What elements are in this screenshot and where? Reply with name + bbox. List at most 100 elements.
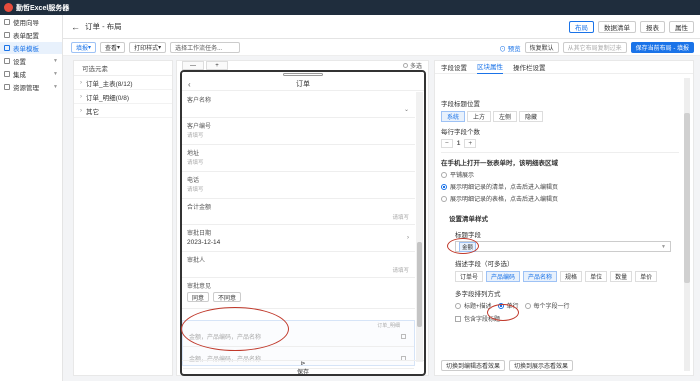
app-title: 勤哲Excel服务器: [16, 4, 70, 12]
chevron-right-icon: ›: [80, 79, 82, 86]
field-total[interactable]: 合计金额 请填写: [182, 199, 415, 225]
field-address[interactable]: 地址 请填写: [182, 145, 415, 172]
desc-field-product-code[interactable]: 产品编码: [486, 271, 521, 282]
page-header: ← 订单 - 布局 布局 数据清单 报表 属性: [63, 15, 700, 39]
mobile-option-list[interactable]: 展示明细记录的清单，点击后进入编辑页: [441, 182, 679, 191]
form-fields: 客户名称 ⌄ 客户编号 请填写 地址 请填写 电话 请填写 合计金额 请填写 审批日期 20…: [182, 92, 415, 309]
panel-title: 可选元素: [74, 61, 172, 76]
desc-field-price[interactable]: 单价: [635, 271, 658, 282]
per-row-label: 每行字段个数: [441, 129, 480, 136]
plus-icon[interactable]: +: [464, 139, 477, 148]
title-position-top[interactable]: 上方: [467, 111, 492, 122]
chevron-down-icon: ⌄: [403, 107, 409, 113]
desc-field-unit[interactable]: 单位: [585, 271, 608, 282]
field-approve-date[interactable]: 审批日期 2023-12-14 ›: [182, 225, 415, 252]
layout-button[interactable]: 布局: [569, 21, 594, 33]
minus-icon[interactable]: −: [441, 139, 453, 148]
add-tab[interactable]: +: [206, 61, 228, 70]
resources-icon: [4, 84, 10, 90]
arrange-single-row[interactable]: 单行: [497, 301, 519, 310]
sidebar-item-form-config[interactable]: 表单配置: [0, 29, 62, 41]
phone-notch: [283, 73, 323, 76]
scrollbar-thumb[interactable]: [417, 242, 422, 327]
guide-icon: [4, 19, 10, 25]
title-position-label: 字段标题位置: [441, 101, 480, 108]
properties-button[interactable]: 属性: [669, 21, 694, 33]
field-approver[interactable]: 审批人 请填写: [182, 252, 415, 278]
title-position-hidden[interactable]: 隐藏: [519, 111, 544, 122]
save-layout-button[interactable]: 保存当前布局 - 填报: [630, 42, 694, 53]
desc-field-label: 描述字段（可多选）: [455, 261, 514, 268]
list-style-label: 设置清单样式: [449, 216, 488, 223]
tree-item-other[interactable]: › 其它: [74, 104, 172, 118]
phone-save-button[interactable]: ⊳ 保存: [182, 360, 424, 374]
gear-icon: [4, 58, 10, 64]
include-title-checkbox[interactable]: 包含字段标题: [455, 314, 679, 323]
restore-default-button[interactable]: 恢复默认: [524, 42, 559, 53]
chevron-down-icon: ▾: [117, 44, 121, 51]
title-position-group: 系统 上方 左侧 隐藏: [441, 111, 679, 122]
chevron-down-icon: ▾: [88, 44, 92, 51]
sidebar-item-integration[interactable]: 集成 ▼: [0, 68, 62, 80]
title-position-left[interactable]: 左侧: [493, 111, 518, 122]
mobile-option-tile[interactable]: 平铺展示: [441, 170, 679, 179]
panel-scrollbar[interactable]: [684, 78, 690, 371]
phone-frame: ‹ 订单 客户名称 ⌄ 客户编号 请填写 地址 请填写 电话 请填写 合计金额 请填写 审批…: [180, 70, 426, 376]
preview-link[interactable]: ⊙ 预览: [499, 43, 520, 53]
title-field-select[interactable]: 金额 ▼: [455, 241, 671, 252]
field-phone[interactable]: 电话 请填写: [182, 172, 415, 199]
title-field-chip: 金额: [459, 241, 477, 252]
fill-mode-dropdown[interactable]: 填报 ▾: [71, 41, 97, 53]
sidebar-item-form-template[interactable]: 表单模板: [0, 42, 62, 54]
mobile-option-table[interactable]: 展示明细记录的表格，点击后进入编辑页: [441, 194, 679, 203]
agree-button[interactable]: 同意: [187, 292, 210, 302]
desc-field-spec[interactable]: 规格: [560, 271, 583, 282]
checkbox-icon[interactable]: [401, 334, 406, 339]
radio-icon: [455, 302, 461, 309]
back-icon[interactable]: ‹: [188, 80, 191, 89]
tab-action-bar[interactable]: 操作栏设置: [513, 62, 546, 72]
desc-field-order-no[interactable]: 订单号: [455, 271, 484, 282]
detail-row[interactable]: 金额，产品编码，产品名称: [183, 327, 414, 347]
tree-item-detail-table[interactable]: › 订单_明细(0/8): [74, 90, 172, 104]
scrollbar-thumb[interactable]: [684, 113, 690, 283]
tree-item-main-table[interactable]: › 订单_主表(8/12): [74, 76, 172, 90]
back-arrow-icon[interactable]: ←: [71, 22, 80, 32]
switch-edit-view-button[interactable]: 切换到编辑态看效果: [441, 360, 506, 371]
view-mode-dropdown[interactable]: 查看 ▾: [100, 41, 126, 53]
phone-scrollbar[interactable]: [416, 92, 423, 362]
radio-icon: [441, 171, 447, 178]
field-customer-name[interactable]: 客户名称 ⌄: [182, 92, 415, 118]
print-style-dropdown[interactable]: 打印样式 ▾: [129, 41, 167, 53]
sidebar-item-settings[interactable]: 设置 ▼: [0, 55, 62, 67]
data-list-button[interactable]: 数据清单: [598, 21, 636, 33]
tab-block-properties[interactable]: 区块属性: [477, 61, 503, 74]
tab-field-settings[interactable]: 字段设置: [441, 62, 467, 72]
sidebar-item-guide[interactable]: 使用向导: [0, 16, 62, 28]
disagree-button[interactable]: 不同意: [213, 292, 242, 302]
arrange-label: 多字段排列方式: [455, 291, 501, 298]
radio-icon: [441, 195, 447, 202]
chevron-down-icon: ▼: [53, 58, 58, 64]
collapse-tab[interactable]: —: [182, 61, 204, 70]
mobile-display-label: 在手机上打开一张表单时，该明细表区域: [441, 160, 558, 167]
field-customer-code[interactable]: 客户编号 请填写: [182, 118, 415, 145]
copy-layout-button[interactable]: 从其它布局复制过来: [562, 42, 627, 53]
title-position-system[interactable]: 系统: [441, 111, 466, 122]
per-row-stepper[interactable]: −1 +: [441, 139, 679, 148]
chevron-down-icon: ▼: [53, 71, 58, 77]
desc-field-quantity[interactable]: 数量: [610, 271, 633, 282]
mobile-preview-area: — + 多选 ‹ 订单 客户名称 ⌄ 客户编号 请填写 地址 请填写 电话 请填写 合计金…: [176, 60, 429, 376]
multi-select-toggle[interactable]: 多选: [402, 61, 422, 70]
radio-checked-icon: [441, 183, 447, 190]
radio-checked-icon: [497, 302, 504, 309]
report-button[interactable]: 报表: [640, 21, 665, 33]
desc-field-product-name[interactable]: 产品名称: [523, 271, 558, 282]
app-titlebar: 勤哲Excel服务器: [0, 0, 700, 15]
arrange-title-desc[interactable]: 标题+描述: [455, 301, 492, 310]
save-icon: ⊳: [300, 360, 306, 367]
arrange-one-per-row[interactable]: 每个字段一行: [524, 301, 570, 310]
switch-display-view-button[interactable]: 切换到展示态看效果: [509, 360, 574, 371]
workflow-task-select[interactable]: 选择工作流任务...: [170, 41, 241, 53]
sidebar-item-resources[interactable]: 资源管理 ▼: [0, 81, 62, 93]
